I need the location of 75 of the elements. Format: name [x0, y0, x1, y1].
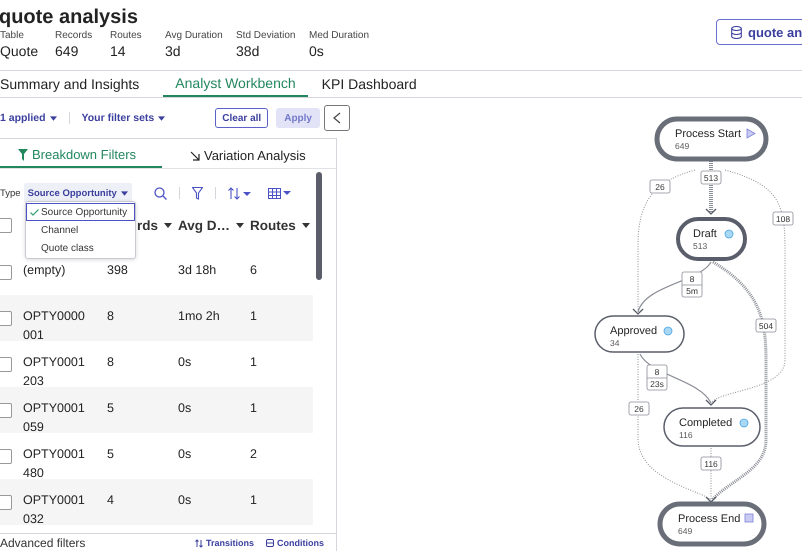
- table-cell-text: 6: [250, 262, 257, 279]
- table-cell-text: OPTY0001480: [23, 446, 85, 482]
- edge-label: 108: [772, 212, 794, 226]
- advanced-filters-heading: Advanced filters: [0, 536, 86, 550]
- table-cell-text: 398: [107, 262, 129, 279]
- stat-value: 14: [110, 42, 127, 60]
- clear-all-button[interactable]: Clear all: [215, 108, 268, 128]
- data-source-button[interactable]: quote an: [716, 19, 802, 45]
- node-count: 116: [679, 430, 693, 440]
- stat-value: Quote: [0, 42, 40, 60]
- table-cell-text: 2: [250, 446, 257, 463]
- stat-label: Table: [0, 29, 25, 42]
- table-cell-text: 5: [107, 400, 115, 417]
- column-header[interactable]: Routes: [250, 218, 296, 232]
- column-header[interactable]: rds: [137, 218, 158, 232]
- node-count: 513: [693, 241, 708, 251]
- table-cell-text: 4: [107, 492, 115, 509]
- table-cell-text: 8: [107, 354, 115, 371]
- page-title: quote analysis: [0, 5, 139, 29]
- table-cell-text: 0s: [178, 492, 192, 509]
- footer-link[interactable]: Transitions: [194, 538, 254, 548]
- edge-label: 8 23s: [646, 364, 668, 390]
- table-cell-text: OPTY0001059: [23, 400, 85, 436]
- column-header[interactable]: Avg D…: [178, 218, 230, 232]
- edge-label: 116: [700, 456, 722, 470]
- table-cell-text: 1: [250, 308, 257, 325]
- table-cell-text: 8: [107, 308, 115, 325]
- table-cell-text: 1: [250, 400, 257, 417]
- stat-value: 3d: [165, 42, 182, 60]
- panel-tab[interactable]: Variation Analysis: [162, 143, 306, 168]
- node-count: 649: [678, 526, 692, 536]
- stat-label: Routes: [110, 29, 143, 42]
- filter-sets-dropdown[interactable]: Your filter sets: [82, 112, 166, 124]
- node-name: Process End: [678, 513, 740, 525]
- table-cell-text: OPTY0001032: [23, 492, 85, 528]
- node-count: 34: [610, 338, 620, 348]
- dropdown-option[interactable]: Source Opportunity: [26, 203, 135, 221]
- stat-value: 649: [55, 42, 80, 60]
- dropdown-option[interactable]: Quote class: [26, 239, 135, 257]
- stat-value: 0s: [309, 42, 325, 60]
- table-cell-text: OPTY0001203: [23, 354, 85, 390]
- panel-tab[interactable]: Breakdown Filters: [0, 143, 162, 168]
- edge-label: 26: [650, 180, 670, 194]
- tab[interactable]: Analyst Workbench: [163, 71, 308, 97]
- table-cell-text: OPTY0000001: [23, 308, 85, 344]
- stat-label: Records: [55, 29, 94, 42]
- table-cell-text: 1: [250, 492, 257, 509]
- stat-label: Avg Duration: [165, 29, 224, 42]
- stat-label: Std Deviation: [236, 29, 296, 42]
- stat-label: Med Duration: [309, 29, 370, 42]
- type-label: Type: [0, 188, 21, 198]
- table-cell-text: (empty): [23, 262, 66, 279]
- tab[interactable]: Summary and Insights: [0, 71, 152, 97]
- table-cell-text: 1mo 2h: [178, 308, 221, 325]
- table-cell-text: 5: [107, 446, 115, 463]
- footer-link[interactable]: Conditions: [266, 538, 324, 548]
- stat-value: 38d: [236, 42, 260, 60]
- table-cell-text: 1: [250, 354, 257, 371]
- node-name: Completed: [679, 417, 732, 429]
- table-cell-text: 3d 18h: [178, 262, 218, 279]
- node-name: Draft: [693, 228, 717, 240]
- edge-label: 504: [756, 318, 776, 332]
- applied-filters-dropdown[interactable]: 1 applied: [0, 112, 57, 124]
- dropdown-option[interactable]: Channel: [26, 221, 135, 239]
- table-cell-text: 0s: [178, 400, 192, 417]
- edge-label: 8 5m: [682, 272, 702, 298]
- edge-label: 26: [628, 402, 650, 416]
- node-name: Process Start: [675, 128, 742, 140]
- tab[interactable]: KPI Dashboard: [310, 71, 429, 97]
- table-cell-text: 0s: [178, 446, 192, 463]
- type-select[interactable]: Source Opportunity: [24, 183, 132, 203]
- node-count: 649: [675, 141, 690, 151]
- node-name: Approved: [610, 325, 658, 337]
- edge-label: 513: [700, 170, 722, 184]
- table-cell-text: 0s: [178, 354, 192, 371]
